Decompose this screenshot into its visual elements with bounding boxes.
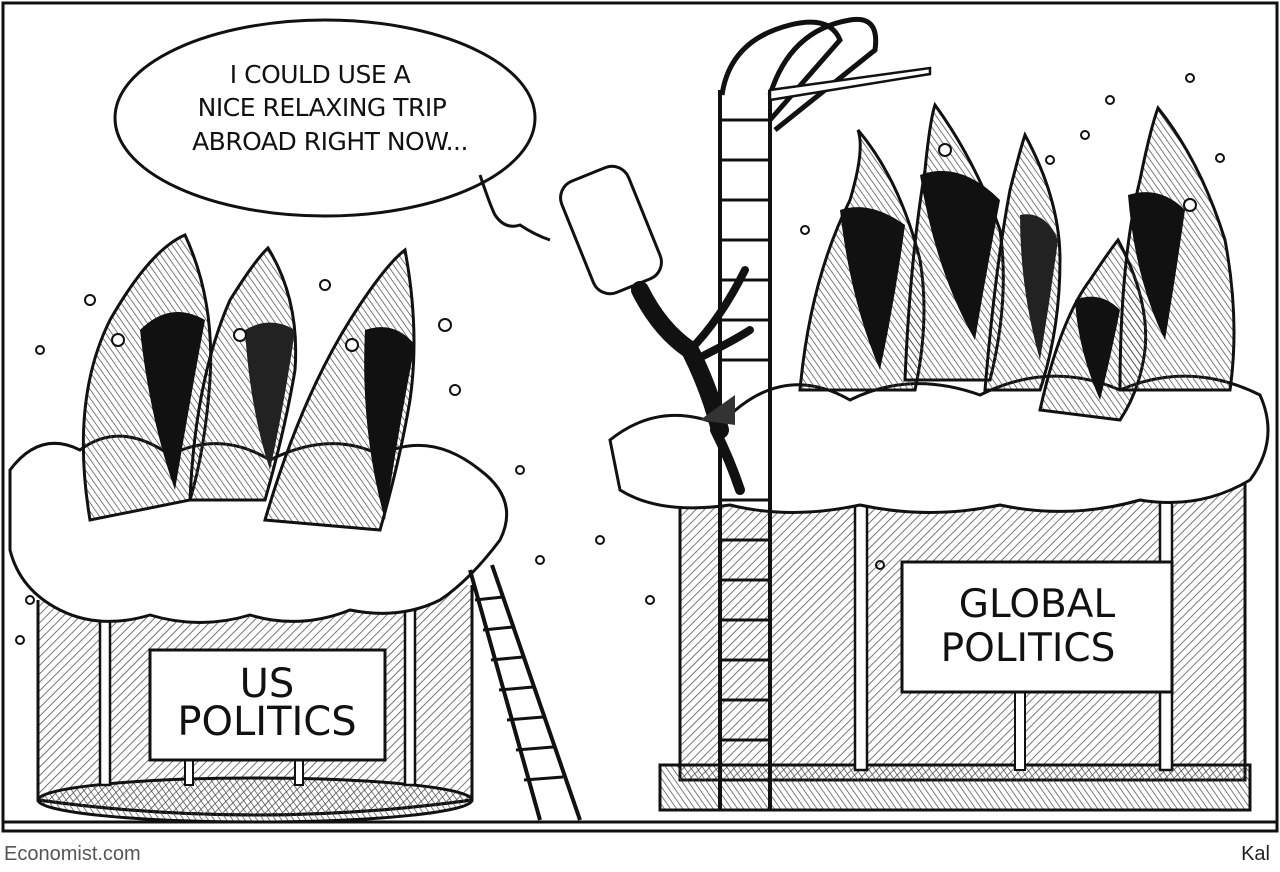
speech-line-3: ABROAD RIGHT NOW...	[192, 127, 468, 156]
speech-line-2: NICE RELAXING TRIP	[198, 93, 447, 122]
ladder-icon	[468, 564, 582, 821]
source-credit: Economist.com	[4, 843, 141, 865]
global-sign-line-1: GLOBAL	[959, 582, 1116, 627]
speech-line-1: I COULD USE A	[230, 60, 411, 89]
shark-icon	[1118, 104, 1236, 392]
us-sign-line-2: POLITICS	[177, 699, 356, 745]
diving-board-icon	[719, 16, 932, 132]
artist-signature: Kal	[1241, 843, 1270, 865]
cartoon-illustration: I COULD USE A NICE RELAXING TRIP ABROAD …	[1, 1, 1279, 833]
global-sign-line-2: POLITICS	[941, 626, 1116, 671]
